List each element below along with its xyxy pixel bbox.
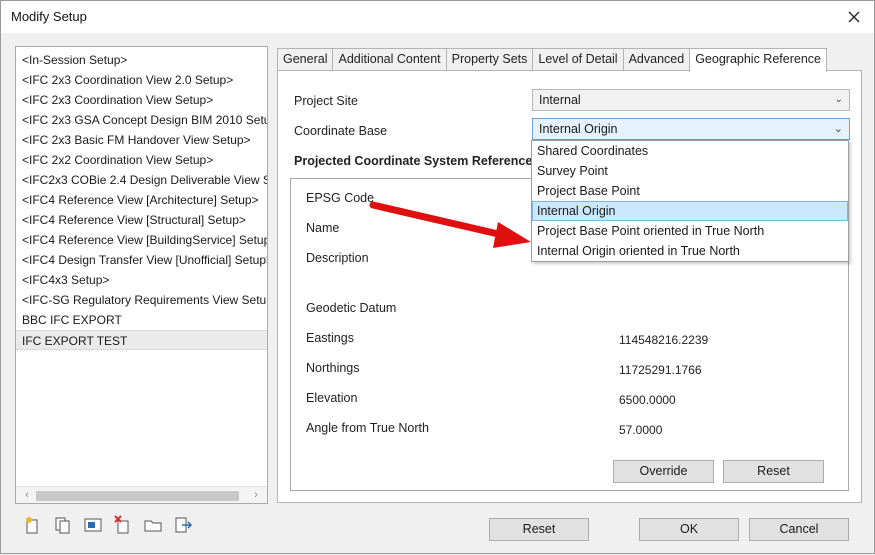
dropdown-option[interactable]: Project Base Point [532,181,848,201]
import-setup-icon[interactable] [143,515,163,535]
angle-value: 57.0000 [619,423,663,437]
name-label: Name [306,221,340,235]
modify-setup-dialog: Modify Setup <In-Session Setup> <IFC 2x3 … [0,0,875,554]
cancel-button[interactable]: Cancel [749,518,849,541]
delete-setup-icon[interactable] [113,515,133,535]
tab-property-sets[interactable]: Property Sets [445,48,534,71]
window-title: Modify Setup [11,9,87,24]
setup-list[interactable]: <In-Session Setup> <IFC 2x3 Coordination … [15,46,268,504]
dropdown-option[interactable]: Internal Origin [532,201,848,221]
epsg-code-label: EPSG Code [306,191,375,205]
setup-list-item[interactable]: <IFC2x3 COBie 2.4 Design Deliverable Vie… [16,170,267,190]
tab-geographic-reference[interactable]: Geographic Reference [689,48,827,72]
setup-list-item[interactable]: <IFC4 Reference View [Structural] Setup> [16,210,267,230]
project-site-value: Internal [539,93,581,107]
geo-reset-button[interactable]: Reset [723,460,824,483]
coordinate-base-value: Internal Origin [539,122,618,136]
geodetic-datum-label: Geodetic Datum [306,301,397,315]
setup-list-item[interactable]: IFC EXPORT TEST [16,330,267,350]
horizontal-scrollbar[interactable]: ‹ › [16,486,267,503]
angle-label: Angle from True North [306,421,429,435]
setup-list-item[interactable]: <IFC 2x3 GSA Concept Design BIM 2010 Set… [16,110,267,130]
setup-list-item[interactable]: BBC IFC EXPORT [16,310,267,330]
setup-list-item[interactable]: <IFC 2x2 Coordination View Setup> [16,150,267,170]
setup-list-item[interactable]: <IFC4x3 Setup> [16,270,267,290]
dropdown-option[interactable]: Project Base Point oriented in True Nort… [532,221,848,241]
chevron-down-icon: ⌄ [833,123,843,135]
override-button[interactable]: Override [613,460,714,483]
dropdown-option[interactable]: Survey Point [532,161,848,181]
setup-list-item[interactable]: <In-Session Setup> [16,50,267,70]
scroll-right-icon[interactable]: › [249,488,263,502]
coordinate-base-dropdown[interactable]: Shared Coordinates Survey Point Project Ba… [531,140,849,262]
close-icon [848,11,860,23]
export-setup-icon[interactable] [173,515,193,535]
eastings-value: 114548216.2239 [619,333,709,347]
eastings-label: Eastings [306,331,354,345]
setup-toolbar [23,515,203,535]
coordinate-base-label: Coordinate Base [294,124,388,138]
title-bar: Modify Setup [1,1,874,33]
tab-additional-content[interactable]: Additional Content [332,48,447,71]
project-site-select[interactable]: Internal ⌄ [532,89,850,111]
project-site-label: Project Site [294,94,358,108]
tab-level-of-detail[interactable]: Level of Detail [532,48,624,71]
reset-button[interactable]: Reset [489,518,589,541]
chevron-down-icon: ⌄ [834,94,843,105]
northings-value: 11725291.1766 [619,363,702,377]
setup-list-item[interactable]: <IFC 2x3 Coordination View 2.0 Setup> [16,70,267,90]
setup-list-item[interactable]: <IFC4 Reference View [Architecture] Setu… [16,190,267,210]
description-label: Description [306,251,369,265]
tab-general[interactable]: General [277,48,334,71]
dropdown-option[interactable]: Shared Coordinates [532,141,848,161]
coordinate-base-select[interactable]: Internal Origin ⌄ [532,118,850,140]
scroll-left-icon[interactable]: ‹ [20,488,34,502]
northings-label: Northings [306,361,360,375]
tab-strip: General Additional Content Property Sets Le… [277,48,827,72]
setup-list-item[interactable]: <IFC4 Design Transfer View [Unofficial] … [16,250,267,270]
elevation-label: Elevation [306,391,358,405]
rename-setup-icon[interactable] [83,515,103,535]
close-button[interactable] [834,1,874,33]
setup-list-item[interactable]: <IFC 2x3 Coordination View Setup> [16,90,267,110]
elevation-value: 6500.0000 [619,393,676,407]
geographic-reference-panel: Project Site Internal ⌄ Coordinate Base … [277,70,862,503]
setup-list-item[interactable]: <IFC 2x3 Basic FM Handover View Setup> [16,130,267,150]
duplicate-setup-icon[interactable] [53,515,73,535]
scroll-thumb[interactable] [36,491,239,501]
tab-advanced[interactable]: Advanced [622,48,691,71]
setup-list-item[interactable]: <IFC4 Reference View [BuildingService] S… [16,230,267,250]
section-title: Projected Coordinate System Reference [294,154,533,168]
new-setup-icon[interactable] [23,515,43,535]
setup-list-item[interactable]: <IFC-SG Regulatory Requirements View Set… [16,290,267,310]
dropdown-option[interactable]: Internal Origin oriented in True North [532,241,848,261]
ok-button[interactable]: OK [639,518,739,541]
